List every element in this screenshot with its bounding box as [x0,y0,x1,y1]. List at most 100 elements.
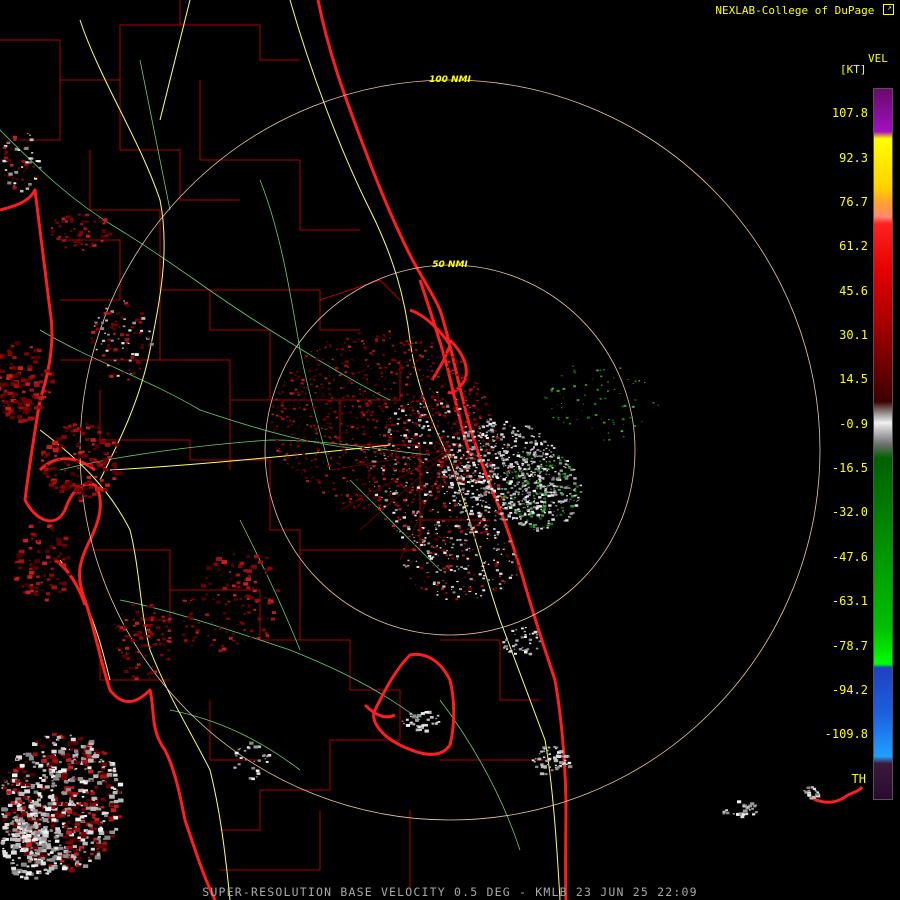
velocity-gate [431,414,434,416]
velocity-gate [387,418,391,420]
velocity-gate [20,862,27,867]
velocity-gate [356,379,359,381]
velocity-gate [472,461,476,464]
velocity-gate [82,841,88,846]
velocity-gate [371,484,374,486]
velocity-gate [448,509,451,511]
velocity-gate [127,378,130,381]
velocity-gate [353,359,356,362]
velocity-gate [106,432,110,435]
velocity-gate [479,417,482,420]
velocity-gate [109,762,113,765]
velocity-gate [492,454,494,456]
velocity-gate [27,416,34,421]
velocity-gate [503,495,507,498]
velocity-gate [412,548,416,552]
velocity-gate [141,317,146,320]
velocity-gate [460,566,463,569]
velocity-gate [88,495,92,498]
velocity-gate [493,469,496,471]
velocity-gate [421,389,423,391]
velocity-gate [135,621,140,625]
velocity-gate [548,474,550,475]
velocity-gate [82,808,86,811]
external-link-icon[interactable]: ↗ [883,3,894,15]
velocity-gate [93,827,98,831]
velocity-gate [447,366,450,368]
velocity-gate [476,399,480,402]
velocity-gate [527,425,531,428]
velocity-gate [468,522,470,524]
velocity-gate [547,754,549,756]
velocity-gate [502,641,506,644]
velocity-gate [10,850,17,855]
velocity-gate [581,410,583,412]
velocity-gate [501,579,505,582]
velocity-gate [492,473,496,476]
velocity-gate [419,460,423,463]
velocity-gate [5,830,9,833]
velocity-gate [379,452,383,455]
velocity-gate [105,483,111,487]
velocity-gate [0,375,2,377]
velocity-gate [205,577,209,580]
velocity-gate [246,555,250,558]
velocity-gate [449,541,451,543]
velocity-gate [88,451,91,453]
velocity-gate [61,557,66,561]
velocity-gate [106,234,109,236]
velocity-gate [445,570,448,572]
velocity-gate [513,648,516,650]
velocity-gate [355,459,358,461]
velocity-gate [39,394,43,397]
velocity-gate [13,185,16,187]
velocity-gate [378,507,381,509]
velocity-gate [364,374,368,377]
velocity-gate [334,367,339,370]
velocity-gate [633,425,636,427]
velocity-gate [414,494,416,496]
velocity-gate [131,675,136,678]
velocity-gate [402,427,405,429]
velocity-gate [49,851,54,854]
velocity-gate [74,822,80,826]
legend-tick: -47.6 [831,550,868,564]
velocity-gate [250,596,254,599]
velocity-gate [120,316,124,319]
velocity-gate [365,499,368,501]
velocity-gate [17,552,23,557]
velocity-gate [21,178,24,180]
velocity-gate [409,373,412,376]
velocity-gate [524,487,528,491]
velocity-gate [201,597,206,601]
velocity-gate [507,503,511,506]
velocity-gate [124,645,126,647]
velocity-gate [513,502,516,505]
velocity-gate [146,634,151,638]
velocity-gate [89,457,95,462]
velocity-gate [479,442,482,444]
velocity-gate [257,759,261,762]
velocity-gate [556,485,559,488]
velocity-gate [93,325,96,327]
velocity-gate [474,407,478,410]
velocity-gate [539,487,542,490]
velocity-gate [540,508,542,510]
velocity-gate [133,332,136,334]
velocity-gate [335,389,338,391]
velocity-gate [30,374,36,378]
velocity-gate [233,766,237,769]
velocity-gate [423,484,426,487]
velocity-gate [70,472,76,476]
velocity-gate [410,715,412,717]
velocity-gate [105,307,108,310]
velocity-gate [432,564,435,567]
velocity-gate [47,765,51,768]
velocity-gate [456,582,459,584]
velocity-gate [438,344,440,346]
velocity-gate [623,404,627,407]
velocity-gate [139,346,145,350]
velocity-gate [561,470,563,472]
velocity-gate [25,167,28,170]
velocity-gate [53,557,58,561]
